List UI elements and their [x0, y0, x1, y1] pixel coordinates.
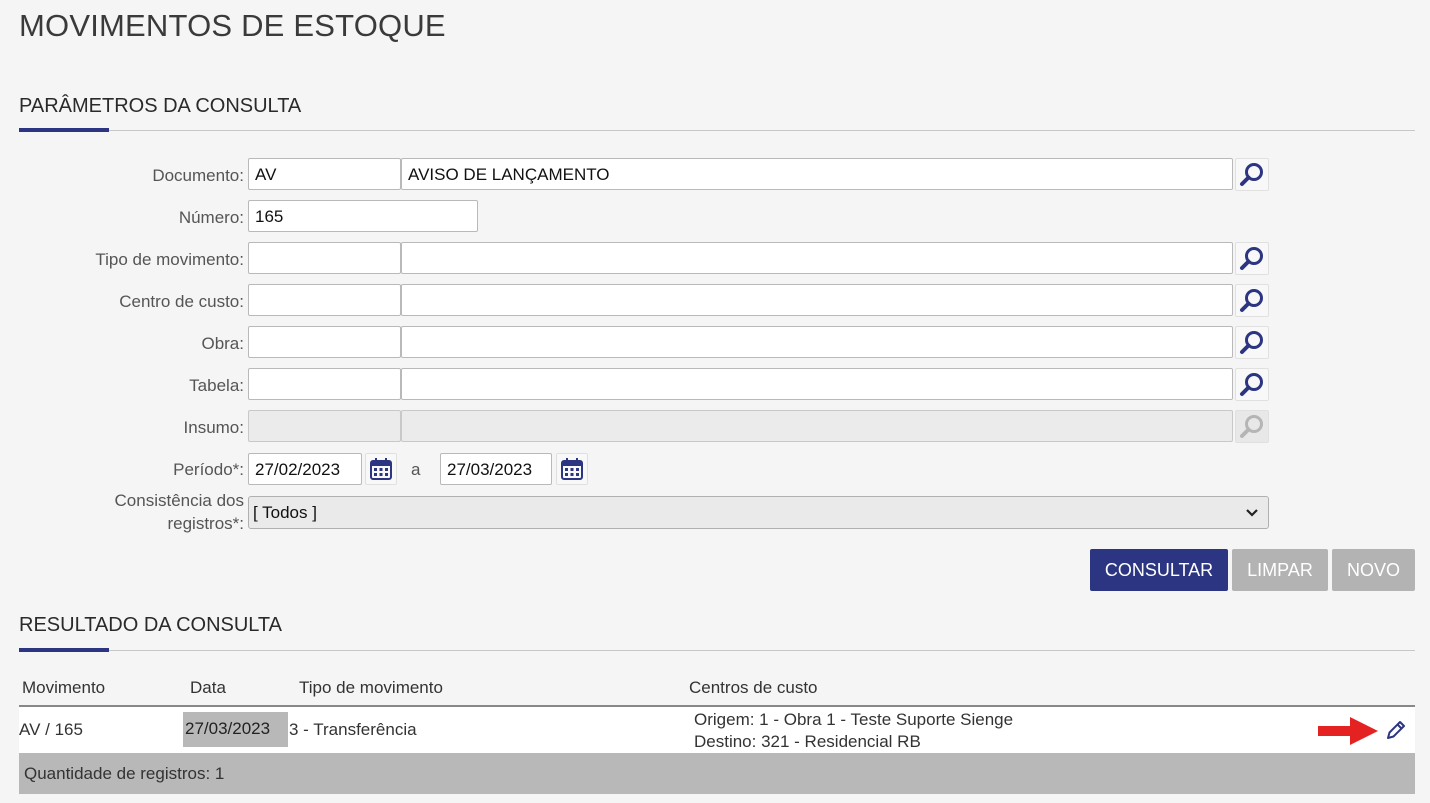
tabela-label: Tabela:	[189, 376, 244, 395]
periodo-start-input[interactable]: 27/02/2023	[248, 453, 362, 485]
consistencia-label: Consistência dos registros*:	[114, 491, 244, 533]
results-footer: Quantidade de registros: 1	[19, 753, 1415, 794]
record-count: Quantidade de registros: 1	[24, 764, 225, 783]
insumo-code-input	[248, 410, 401, 442]
insumo-label: Insumo:	[183, 418, 244, 437]
consistencia-select[interactable]: [ Todos ]	[248, 496, 1269, 529]
centro-custo-description-input[interactable]	[401, 284, 1233, 316]
obra-code-input[interactable]	[248, 326, 401, 358]
periodo-end-calendar-button[interactable]	[556, 453, 588, 485]
centro-custo-code-input[interactable]	[248, 284, 401, 316]
novo-button[interactable]: NOVO	[1332, 549, 1415, 591]
periodo-separator: a	[411, 460, 421, 479]
search-icon	[1240, 372, 1263, 396]
column-header-centros-custo[interactable]: Centros de custo	[689, 678, 818, 698]
obra-description-input[interactable]	[401, 326, 1233, 358]
numero-input[interactable]: 165	[248, 200, 478, 232]
centro-custo-search-button[interactable]	[1235, 284, 1269, 317]
calendar-icon	[561, 458, 583, 480]
row-data: 27/03/2023	[183, 712, 288, 747]
search-icon	[1240, 414, 1263, 438]
documento-search-button[interactable]	[1235, 158, 1269, 191]
page-title: MOVIMENTOS DE ESTOQUE	[19, 8, 446, 43]
edit-button[interactable]	[1384, 718, 1408, 742]
tipo-movimento-label: Tipo de movimento:	[95, 250, 244, 269]
column-header-movimento[interactable]: Movimento	[22, 678, 105, 698]
insumo-search-button	[1235, 410, 1269, 443]
documento-description-input[interactable]: AVISO DE LANÇAMENTO	[401, 158, 1233, 190]
tabela-description-input[interactable]	[401, 368, 1233, 400]
periodo-label: Período*:	[173, 460, 244, 479]
tabela-search-button[interactable]	[1235, 368, 1269, 401]
row-centro-origem: Origem: 1 - Obra 1 - Teste Suporte Sieng…	[694, 710, 1014, 729]
limpar-button[interactable]: LIMPAR	[1232, 549, 1328, 591]
params-section-title: PARÂMETROS DA CONSULTA	[19, 95, 302, 117]
row-tipo: 3 - Transferência	[289, 720, 417, 739]
row-centro-destino: Destino: 321 - Residencial RB	[694, 732, 921, 751]
centro-custo-label: Centro de custo:	[119, 292, 244, 311]
calendar-icon	[370, 458, 392, 480]
section-accent	[19, 128, 109, 132]
column-header-tipo-movimento[interactable]: Tipo de movimento	[299, 678, 443, 698]
chevron-down-icon	[1246, 509, 1258, 517]
consistencia-selected-value: [ Todos ]	[253, 503, 317, 522]
obra-label: Obra:	[201, 334, 244, 353]
consultar-button[interactable]: CONSULTAR	[1090, 549, 1228, 591]
pencil-icon	[1387, 721, 1405, 739]
tabela-code-input[interactable]	[248, 368, 401, 400]
periodo-start-calendar-button[interactable]	[365, 453, 397, 485]
results-section-title: RESULTADO DA CONSULTA	[19, 614, 283, 636]
row-movimento: AV / 165	[19, 720, 83, 739]
tipo-movimento-code-input[interactable]	[248, 242, 401, 274]
tipo-movimento-search-button[interactable]	[1235, 242, 1269, 275]
search-icon	[1240, 246, 1263, 270]
insumo-description-input	[401, 410, 1233, 442]
section-accent	[19, 648, 109, 652]
documento-code-input[interactable]: AV	[248, 158, 401, 190]
params-section-rule	[19, 128, 1415, 132]
tipo-movimento-description-input[interactable]	[401, 242, 1233, 274]
red-arrow-icon	[1318, 717, 1378, 745]
search-icon	[1240, 288, 1263, 312]
obra-search-button[interactable]	[1235, 326, 1269, 359]
column-header-data[interactable]: Data	[190, 678, 226, 698]
numero-label: Número:	[178, 208, 244, 227]
search-icon	[1240, 162, 1263, 186]
results-section-rule	[19, 648, 1415, 652]
search-icon	[1240, 330, 1263, 354]
periodo-end-input[interactable]: 27/03/2023	[440, 453, 552, 485]
documento-label: Documento:	[152, 166, 244, 185]
